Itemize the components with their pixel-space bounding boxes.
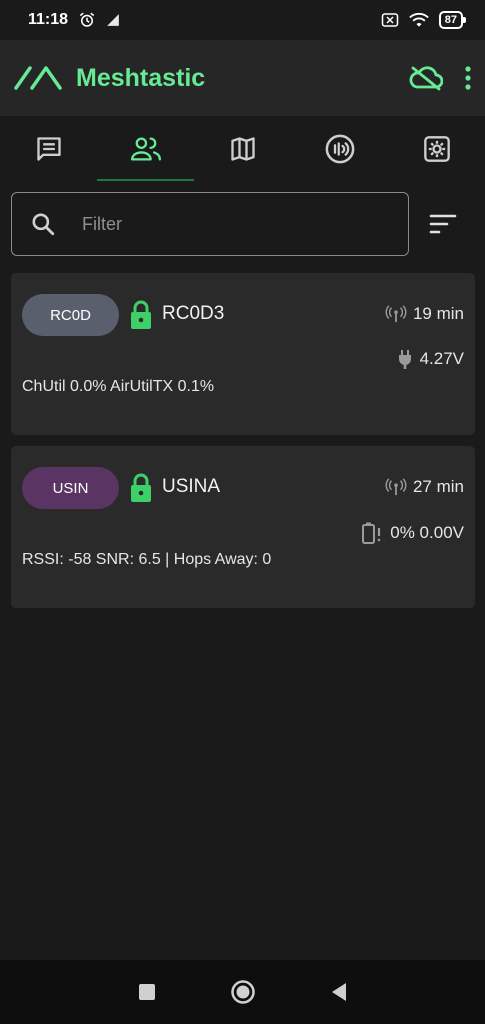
antenna-icon (385, 478, 407, 496)
last-heard: 19 min (385, 304, 464, 324)
node-info: RSSI: -58 SNR: 6.5 | Hops Away: 0 (22, 551, 272, 568)
last-heard-text: 27 min (412, 477, 464, 496)
node-short-name: RC0D (50, 306, 91, 324)
plug-icon (398, 350, 411, 369)
node-long-name: RC0D3 (162, 303, 225, 324)
home-button[interactable] (230, 979, 256, 1005)
node-short-name-chip[interactable]: USIN (22, 467, 119, 509)
system-nav-bar (0, 960, 485, 1024)
filter-row (11, 192, 476, 256)
battery-icon: 87 (438, 11, 467, 29)
sim-off-icon (381, 13, 398, 27)
signal-icon (107, 14, 119, 26)
antenna-icon (385, 305, 407, 323)
sort-icon (429, 214, 457, 234)
filter-field[interactable] (11, 192, 409, 256)
overflow-menu-icon[interactable] (465, 66, 471, 90)
last-heard-text: 19 min (412, 304, 464, 323)
lock-icon (131, 473, 151, 502)
alarm-icon (79, 12, 95, 27)
meshtastic-logo-icon (14, 66, 62, 90)
radio-icon (325, 134, 354, 164)
lock-icon (131, 300, 151, 329)
wifi-icon (408, 13, 429, 27)
sort-button[interactable] (429, 213, 457, 235)
app-bar: Meshtastic (0, 40, 485, 116)
power-status: 4.27V (398, 349, 464, 369)
chat-icon (36, 137, 61, 161)
tab-bar (0, 116, 485, 182)
tab-map[interactable] (194, 116, 291, 182)
map-icon (230, 137, 255, 161)
clock: 11:18 (28, 11, 69, 28)
app-title: Meshtastic (76, 63, 206, 92)
node-short-name-chip[interactable]: RC0D (22, 294, 119, 336)
settings-icon (423, 136, 450, 162)
status-bar: 11:18 87 (0, 0, 485, 40)
tab-settings[interactable] (388, 116, 485, 182)
power-status: 0% 0.00V (362, 522, 464, 544)
people-icon (130, 137, 161, 161)
cloud-off-icon[interactable] (409, 65, 443, 91)
recents-button[interactable] (138, 983, 156, 1001)
power-text: 0% 0.00V (390, 523, 464, 542)
node-card[interactable]: RC0D RC0D3 19 min 4.27V ChUtil 0.0% AirU… (11, 273, 475, 435)
node-short-name: USIN (52, 479, 89, 497)
power-text: 4.27V (419, 349, 464, 368)
last-heard: 27 min (385, 477, 464, 497)
back-button[interactable] (330, 982, 348, 1002)
battery-alert-icon (362, 522, 381, 544)
filter-input[interactable] (80, 212, 364, 236)
search-icon (32, 213, 55, 236)
tab-nodes[interactable] (97, 116, 194, 182)
tab-messages[interactable] (0, 116, 97, 182)
node-info: ChUtil 0.0% AirUtilTX 0.1% (22, 378, 215, 395)
tab-channels[interactable] (291, 116, 388, 182)
node-card[interactable]: USIN USINA 27 min 0% 0.00V RSSI: -58 SNR… (11, 446, 475, 608)
node-long-name: USINA (162, 476, 221, 497)
